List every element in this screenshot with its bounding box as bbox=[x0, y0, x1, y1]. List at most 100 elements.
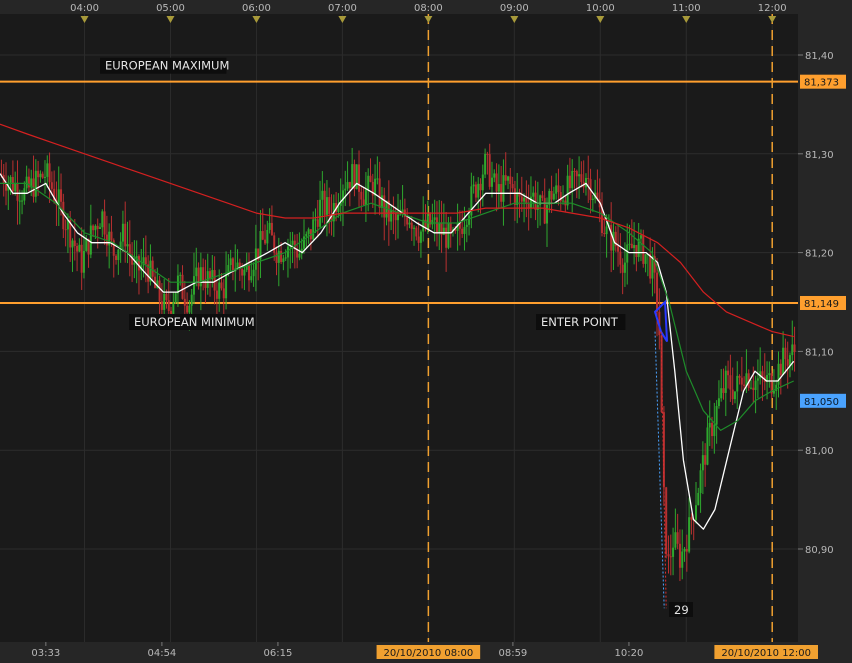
plot-area[interactable] bbox=[0, 14, 798, 642]
candle-body bbox=[117, 249, 120, 261]
y-tick-label: 81,00 bbox=[805, 446, 834, 457]
candle-body bbox=[23, 188, 26, 201]
candle-body bbox=[715, 405, 718, 425]
candle-body bbox=[48, 163, 51, 183]
candle-body bbox=[784, 347, 787, 360]
candle-body bbox=[617, 246, 620, 252]
candle-body bbox=[541, 195, 544, 199]
candle-body bbox=[513, 188, 516, 205]
candle-body bbox=[669, 556, 672, 558]
candle-body bbox=[252, 269, 255, 277]
candle-body bbox=[697, 492, 700, 506]
candle-body bbox=[34, 170, 37, 197]
candle-body bbox=[552, 193, 555, 200]
highlighted-time-label: 20/10/2010 08:00 bbox=[384, 648, 474, 659]
candle-body bbox=[174, 293, 177, 303]
top-time-label: 07:00 bbox=[328, 3, 357, 14]
trading-chart[interactable]: 81,373 81,149 EUROPEAN MAXIMUM EUROPEAN MI… bbox=[0, 0, 852, 663]
candle-body bbox=[108, 231, 111, 246]
candle-body bbox=[449, 223, 452, 232]
candle-body bbox=[672, 547, 675, 557]
candle-body bbox=[399, 214, 402, 216]
candle-body bbox=[229, 258, 232, 266]
candle-body bbox=[711, 422, 714, 437]
candle-body bbox=[761, 371, 764, 377]
candle-body bbox=[431, 219, 434, 225]
candle-body bbox=[733, 391, 736, 400]
candle-body bbox=[367, 175, 370, 190]
candle-body bbox=[160, 301, 163, 310]
candle-body bbox=[472, 184, 475, 187]
candle-body bbox=[626, 244, 629, 263]
candle-body bbox=[486, 153, 489, 155]
price-axis-strip bbox=[798, 0, 852, 663]
candle-body bbox=[92, 225, 95, 231]
candle-body bbox=[566, 175, 569, 206]
candle-body bbox=[346, 182, 349, 189]
bottom-time-label: 10:20 bbox=[615, 648, 644, 659]
candle-body bbox=[344, 188, 347, 191]
top-time-label: 06:00 bbox=[242, 3, 271, 14]
candle-body bbox=[619, 251, 622, 265]
candle-body bbox=[568, 175, 571, 189]
candle-body bbox=[316, 219, 319, 227]
bottom-time-label: 04:54 bbox=[147, 648, 176, 659]
candle-body bbox=[426, 213, 429, 228]
candle-body bbox=[378, 178, 381, 208]
candle-body bbox=[282, 258, 285, 263]
top-time-label: 08:00 bbox=[414, 3, 443, 14]
candle-body bbox=[520, 196, 523, 202]
candle-body bbox=[727, 370, 730, 376]
top-time-label: 04:00 bbox=[70, 3, 99, 14]
top-time-label: 12:00 bbox=[758, 3, 787, 14]
candle-body bbox=[651, 256, 654, 279]
candle-body bbox=[101, 211, 104, 228]
candle-body bbox=[243, 269, 246, 276]
candle-body bbox=[89, 225, 92, 255]
candle-body bbox=[529, 196, 532, 208]
candle-body bbox=[545, 204, 548, 224]
candle-body bbox=[85, 239, 88, 251]
candle-body bbox=[364, 189, 367, 205]
candle-body bbox=[463, 226, 466, 234]
candle-body bbox=[575, 171, 578, 177]
candle-body bbox=[704, 455, 707, 465]
candle-body bbox=[610, 224, 613, 251]
candle-body bbox=[557, 185, 560, 193]
candle-body bbox=[447, 223, 450, 248]
candle-body bbox=[37, 170, 40, 178]
top-time-label: 05:00 bbox=[156, 3, 185, 14]
candle-body bbox=[527, 203, 530, 208]
candle-body bbox=[78, 244, 81, 252]
candle-body bbox=[348, 182, 351, 188]
candle-body bbox=[502, 175, 505, 202]
candle-body bbox=[383, 195, 386, 218]
candle-body bbox=[642, 235, 645, 264]
candle-body bbox=[484, 153, 487, 175]
candle-body bbox=[779, 363, 782, 376]
candle-body bbox=[630, 243, 633, 249]
candle-body bbox=[511, 184, 514, 189]
candle-body bbox=[16, 183, 19, 201]
candle-body bbox=[644, 254, 647, 264]
candle-body bbox=[580, 174, 583, 182]
candle-body bbox=[750, 387, 753, 389]
candle-body bbox=[722, 388, 725, 393]
candle-body bbox=[419, 231, 422, 243]
candle-body bbox=[555, 185, 558, 194]
candle-body bbox=[307, 229, 310, 234]
candle-body bbox=[186, 305, 189, 313]
candle-body bbox=[96, 225, 99, 229]
candle-body bbox=[676, 532, 679, 544]
candle-body bbox=[438, 222, 441, 233]
y-tick-label: 81,40 bbox=[805, 51, 834, 62]
candle-body bbox=[756, 378, 759, 381]
candle-body bbox=[362, 199, 365, 205]
candle-body bbox=[587, 178, 590, 180]
level-badge-text: 81,149 bbox=[804, 299, 839, 310]
candle-body bbox=[621, 264, 624, 273]
top-time-label: 11:00 bbox=[672, 3, 701, 14]
candle-body bbox=[786, 359, 789, 366]
candle-body bbox=[231, 258, 234, 272]
candle-body bbox=[701, 455, 704, 471]
